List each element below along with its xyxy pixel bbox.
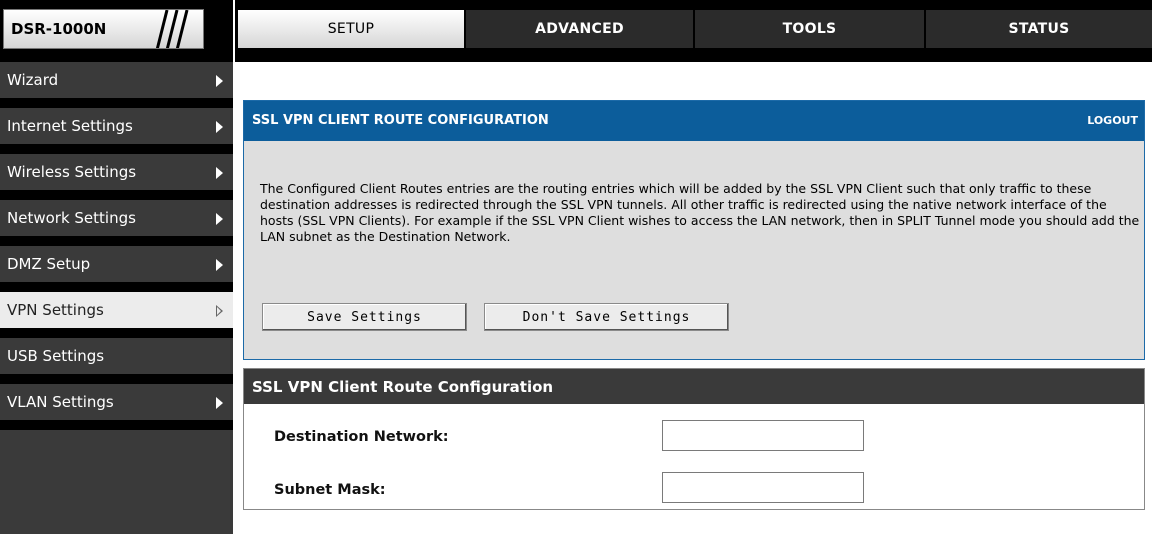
subnet-mask-label: Subnet Mask: bbox=[274, 482, 386, 498]
arrow-right-icon bbox=[216, 75, 223, 87]
tab-status[interactable]: STATUS bbox=[926, 10, 1152, 48]
destination-network-input[interactable] bbox=[662, 420, 864, 451]
sidebar-item-internet-settings[interactable]: Internet Settings bbox=[0, 108, 233, 146]
logo-slashes-icon bbox=[155, 10, 189, 48]
sidebar-item-label: Network Settings bbox=[7, 209, 136, 227]
form-header: SSL VPN Client Route Configuration bbox=[244, 369, 1144, 404]
sidebar-item-usb-settings[interactable]: USB Settings bbox=[0, 338, 233, 376]
tab-setup[interactable]: SETUP bbox=[238, 10, 464, 48]
arrow-right-icon bbox=[216, 167, 223, 179]
arrow-right-icon bbox=[216, 213, 223, 225]
sidebar-item-label: USB Settings bbox=[7, 347, 105, 365]
info-panel: SSL VPN CLIENT ROUTE CONFIGURATION LOGOU… bbox=[243, 100, 1145, 360]
form-title: SSL VPN Client Route Configuration bbox=[252, 378, 554, 396]
sidebar-item-vpn-settings[interactable]: VPN Settings bbox=[0, 292, 233, 330]
arrow-right-icon bbox=[216, 121, 223, 133]
subnet-mask-input[interactable] bbox=[662, 472, 864, 503]
page-title: SSL VPN CLIENT ROUTE CONFIGURATION bbox=[252, 113, 549, 128]
sidebar-filler bbox=[0, 430, 233, 534]
sidebar: Wizard Internet Settings Wireless Settin… bbox=[0, 62, 233, 534]
main-tabs: SETUP ADVANCED TOOLS STATUS bbox=[235, 0, 1152, 62]
logo-area: DSR-1000N bbox=[0, 0, 233, 62]
sidebar-item-label: Wireless Settings bbox=[7, 163, 137, 181]
sidebar-item-wizard[interactable]: Wizard bbox=[0, 62, 233, 100]
sidebar-item-label: Wizard bbox=[7, 71, 59, 89]
sidebar-item-dmz-setup[interactable]: DMZ Setup bbox=[0, 246, 233, 284]
tab-advanced[interactable]: ADVANCED bbox=[466, 10, 693, 48]
save-settings-button[interactable]: Save Settings bbox=[262, 303, 467, 331]
sidebar-item-wireless-settings[interactable]: Wireless Settings bbox=[0, 154, 233, 192]
tab-tools[interactable]: TOOLS bbox=[695, 10, 924, 48]
info-panel-header: SSL VPN CLIENT ROUTE CONFIGURATION LOGOU… bbox=[244, 101, 1144, 141]
logo-text: DSR-1000N bbox=[11, 20, 107, 38]
description-text: The Configured Client Routes entries are… bbox=[260, 181, 1140, 244]
sidebar-item-label: Internet Settings bbox=[7, 117, 133, 135]
sidebar-item-label: VPN Settings bbox=[7, 301, 104, 319]
dont-save-settings-button[interactable]: Don't Save Settings bbox=[484, 303, 729, 331]
router-admin-page: DSR-1000N SETUP ADVANCED TOOLS STATUS Wi… bbox=[0, 0, 1152, 534]
destination-network-label: Destination Network: bbox=[274, 429, 449, 445]
arrow-right-outline-icon bbox=[216, 305, 223, 317]
arrow-right-icon bbox=[216, 397, 223, 409]
route-config-form: SSL VPN Client Route Configuration Desti… bbox=[243, 368, 1145, 510]
sidebar-item-network-settings[interactable]: Network Settings bbox=[0, 200, 233, 238]
sidebar-item-label: DMZ Setup bbox=[7, 255, 91, 273]
top-bar: DSR-1000N SETUP ADVANCED TOOLS STATUS bbox=[0, 0, 1152, 62]
sidebar-item-label: VLAN Settings bbox=[7, 393, 114, 411]
logout-link[interactable]: LOGOUT bbox=[1087, 114, 1138, 127]
logo: DSR-1000N bbox=[3, 9, 204, 49]
arrow-right-icon bbox=[216, 259, 223, 271]
sidebar-item-vlan-settings[interactable]: VLAN Settings bbox=[0, 384, 233, 422]
